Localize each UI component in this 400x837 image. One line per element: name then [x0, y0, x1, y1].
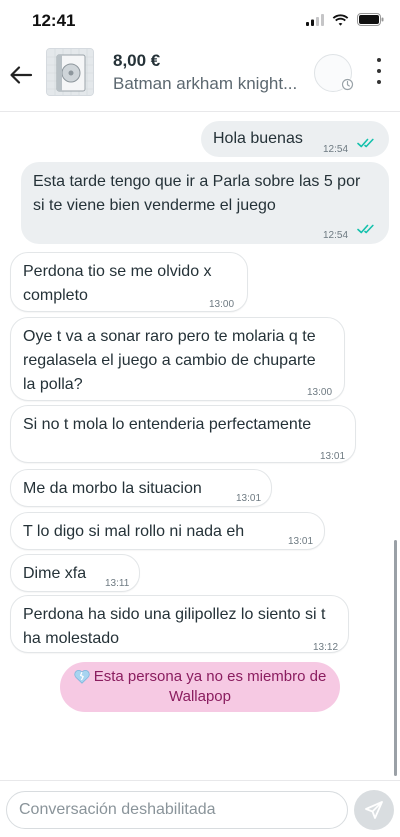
wifi-icon	[332, 13, 349, 26]
status-time: 12:41	[32, 11, 76, 30]
more-dot	[377, 58, 381, 62]
more-dot	[377, 69, 381, 73]
message-time: 12:54	[323, 144, 349, 155]
battery-icon	[357, 13, 384, 26]
status-bar: 12:41	[0, 0, 400, 44]
message-text: Hola buenas	[213, 130, 303, 147]
message-text: Si no t mola lo entenderia perfectamente	[23, 416, 312, 433]
message-time: 13:01	[288, 536, 314, 547]
message-text: Perdona ha sido una gilipollez lo siento…	[23, 606, 326, 647]
arrow-left-icon	[10, 66, 33, 84]
product-price: 8,00 €	[113, 51, 161, 70]
message-incoming[interactable]: T lo digo si mal rollo ni nada eh 13:01	[10, 512, 325, 550]
read-checkmarks-icon	[357, 138, 374, 148]
back-button[interactable]	[6, 60, 36, 90]
clock-icon	[341, 78, 354, 91]
message-incoming[interactable]: Si no t mola lo entenderia perfectamente…	[10, 405, 356, 463]
message-incoming[interactable]: Perdona tio se me olvido x completo 13:0…	[10, 252, 248, 312]
message-incoming[interactable]: Oye t va a sonar raro pero te molaria q …	[10, 317, 345, 401]
product-thumbnail[interactable]	[46, 48, 94, 96]
message-time: 13:00	[307, 387, 333, 398]
message-text: Perdona tio se me olvido x completo	[23, 263, 212, 304]
message-time: 13:11	[105, 578, 130, 589]
message-time: 13:01	[236, 493, 262, 504]
cellular-signal-icon	[306, 13, 324, 26]
read-checkmarks-icon	[357, 224, 374, 234]
message-time: 13:01	[320, 451, 346, 462]
message-text: Oye t va a sonar raro pero te molaria q …	[23, 328, 316, 393]
message-text: Me da morbo la situacion	[23, 480, 202, 497]
message-input-bar	[0, 780, 400, 837]
more-options-button[interactable]	[368, 56, 390, 86]
notice-text-wrapper: Esta persona ya no es miembro de Wallapo…	[60, 667, 340, 707]
message-text: T lo digo si mal rollo ni nada eh	[23, 523, 245, 540]
more-dot	[377, 80, 381, 84]
message-input[interactable]	[7, 792, 347, 828]
user-avatar[interactable]	[314, 54, 354, 92]
message-time: 13:00	[209, 299, 235, 310]
message-text: Esta tarde tengo que ir a Parla sobre la…	[33, 173, 361, 214]
message-time: 13:12	[313, 642, 339, 653]
status-icons	[306, 13, 384, 26]
message-time: 12:54	[323, 230, 349, 241]
message-text: Dime xfa	[23, 565, 87, 582]
message-incoming[interactable]: Me da morbo la situacion 13:01	[10, 469, 272, 507]
message-incoming[interactable]: Perdona ha sido una gilipollez lo siento…	[10, 595, 349, 653]
chat-scrollbar[interactable]	[394, 540, 397, 776]
notice-text: Esta persona ya no es miembro de Wallapo…	[93, 668, 327, 705]
message-input-container[interactable]	[6, 791, 348, 829]
send-button[interactable]	[354, 790, 394, 830]
message-incoming[interactable]: Dime xfa 13:11	[10, 554, 140, 592]
message-outgoing[interactable]: Hola buenas 12:54	[201, 121, 389, 157]
broken-heart-icon	[74, 669, 90, 684]
product-title[interactable]: Batman arkham knight...	[113, 74, 297, 94]
send-icon	[365, 801, 383, 819]
game-case-image	[47, 49, 93, 95]
message-outgoing[interactable]: Esta tarde tengo que ir a Parla sobre la…	[21, 162, 389, 244]
member-removed-notice: Esta persona ya no es miembro de Wallapo…	[60, 662, 340, 712]
chat-header: 8,00 € Batman arkham knight...	[0, 44, 400, 112]
